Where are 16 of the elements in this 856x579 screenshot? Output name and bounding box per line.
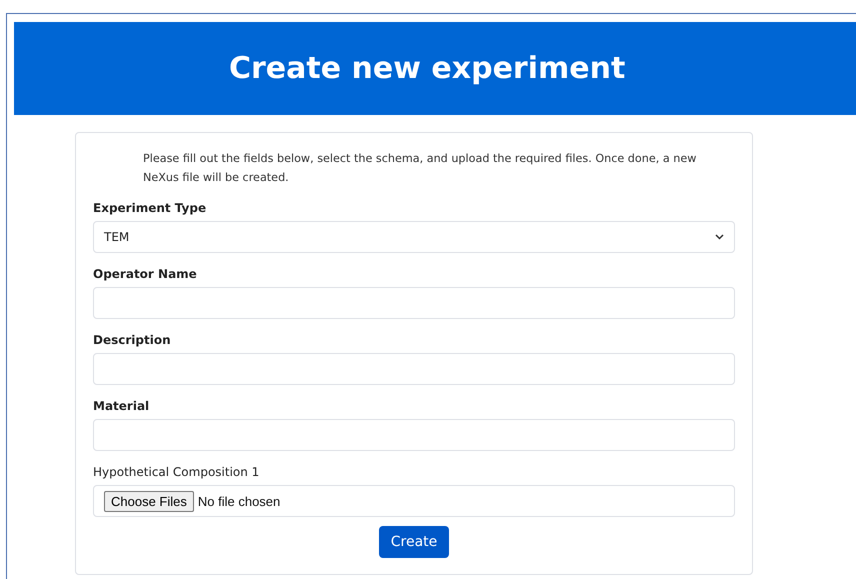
- file-field[interactable]: Choose Files No file chosen: [93, 485, 735, 517]
- input-field[interactable]: [93, 353, 735, 385]
- intro-text: Please fill out the fields below, select the schema, and upload the required files. Once done, a new NeXus file will be created.: [143, 151, 698, 186]
- page-title: Create new experiment: [229, 51, 626, 86]
- field-label: Material: [93, 399, 150, 413]
- select-field[interactable]: TEM: [93, 221, 735, 253]
- input-field[interactable]: [93, 287, 735, 319]
- input-field[interactable]: [93, 419, 735, 451]
- file-status: No file chosen: [198, 494, 280, 508]
- field-label: Operator Name: [93, 267, 197, 281]
- choose-files-button[interactable]: Choose Files: [104, 490, 194, 512]
- field-label: Experiment Type: [93, 201, 206, 215]
- chevron-down-icon: [715, 234, 724, 240]
- create-button[interactable]: Create: [378, 526, 450, 558]
- field-label: Description: [93, 333, 171, 347]
- field-label: Hypothetical Composition 1: [93, 465, 260, 479]
